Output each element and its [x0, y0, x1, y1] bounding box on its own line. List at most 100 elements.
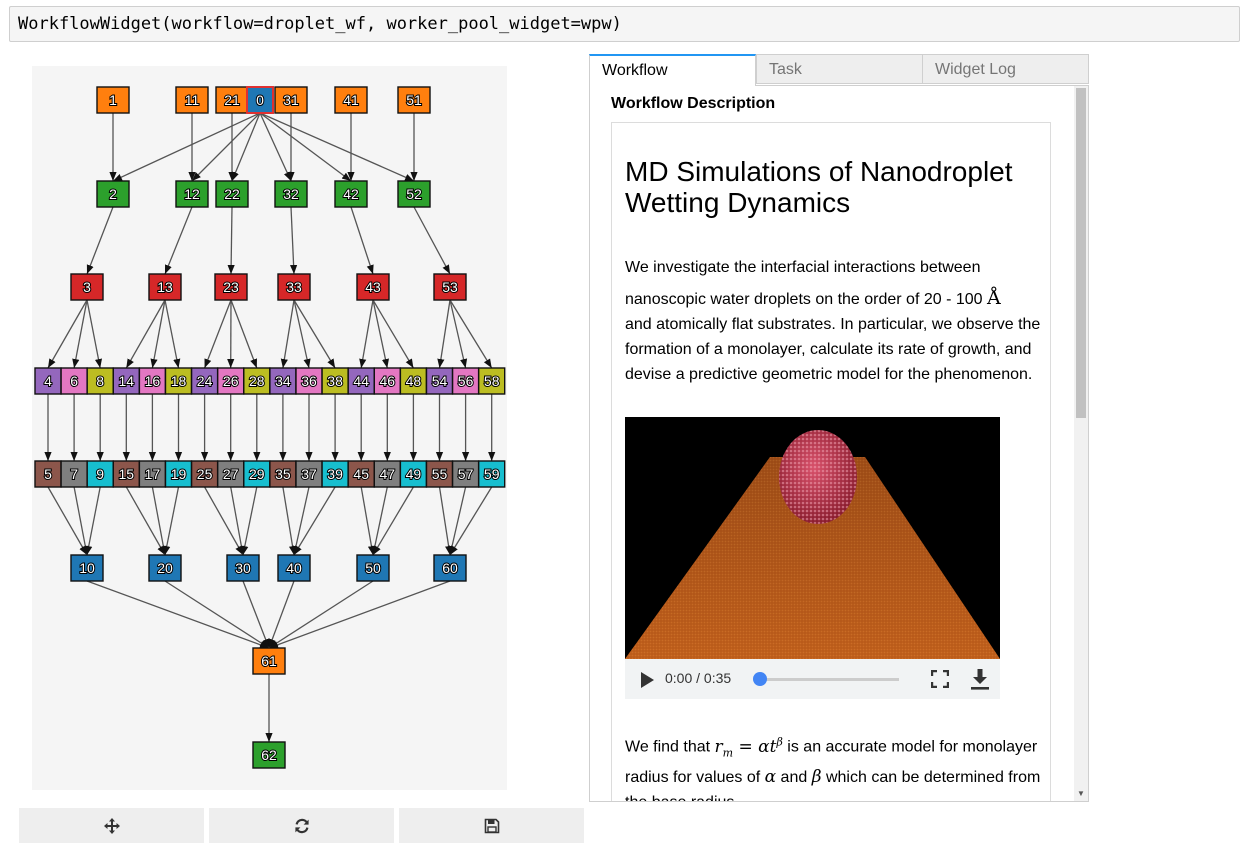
node-label-4: 4	[44, 373, 52, 389]
node-label-35: 35	[275, 466, 291, 482]
node-5[interactable]: 5	[34, 460, 62, 488]
node-30[interactable]: 30	[226, 554, 260, 582]
node-59[interactable]: 59	[478, 460, 506, 488]
node-58[interactable]: 58	[478, 367, 506, 395]
edge-53-54	[437, 299, 451, 369]
node-13[interactable]: 13	[148, 273, 182, 301]
node-53[interactable]: 53	[433, 273, 467, 301]
node-2[interactable]: 2	[96, 180, 130, 208]
node-9[interactable]: 9	[86, 460, 114, 488]
scrollbar[interactable]: ▼	[1074, 86, 1088, 801]
node-label-48: 48	[406, 373, 422, 389]
node-1[interactable]: 1	[96, 86, 130, 114]
node-0[interactable]: 0	[246, 86, 274, 114]
tab-task[interactable]: Task	[756, 54, 923, 84]
node-19[interactable]: 19	[164, 460, 193, 488]
node-51[interactable]: 51	[397, 86, 431, 114]
description-paragraph-2: We find that rm = αtβ is an accurate mod…	[625, 729, 1045, 801]
node-42[interactable]: 42	[334, 180, 368, 208]
node-39[interactable]: 39	[321, 460, 349, 488]
edge-33-34	[280, 299, 295, 369]
node-21[interactable]: 21	[215, 86, 249, 114]
node-3[interactable]: 3	[70, 273, 104, 301]
node-label-27: 27	[223, 466, 239, 482]
node-44[interactable]: 44	[347, 367, 375, 395]
node-35[interactable]: 35	[269, 460, 297, 488]
play-icon[interactable]	[639, 671, 655, 689]
video-seek-bar[interactable]	[759, 678, 899, 681]
move-button[interactable]	[19, 808, 204, 843]
edge-55-60	[438, 486, 453, 556]
fullscreen-icon[interactable]	[931, 670, 949, 688]
node-18[interactable]: 18	[164, 367, 193, 395]
node-label-61: 61	[261, 653, 277, 669]
edge-33-36	[293, 299, 311, 369]
node-8[interactable]: 8	[86, 367, 114, 395]
node-7[interactable]: 7	[60, 460, 88, 488]
node-23[interactable]: 23	[214, 273, 248, 301]
tab-workflow[interactable]: Workflow	[589, 54, 756, 86]
node-40[interactable]: 40	[277, 554, 311, 582]
node-47[interactable]: 47	[373, 460, 401, 488]
node-38[interactable]: 38	[321, 367, 349, 395]
node-20[interactable]: 20	[148, 554, 182, 582]
scroll-down-arrow[interactable]: ▼	[1077, 789, 1085, 798]
download-icon[interactable]	[970, 668, 990, 690]
node-62[interactable]: 62	[252, 741, 286, 769]
node-15[interactable]: 15	[112, 460, 141, 488]
save-button[interactable]	[399, 808, 584, 843]
eq-subscript: m	[722, 746, 734, 760]
node-29[interactable]: 29	[243, 460, 271, 488]
node-41[interactable]: 41	[334, 86, 368, 114]
node-57[interactable]: 57	[451, 460, 480, 488]
simulation-video[interactable]: 0:00 / 0:35	[625, 417, 1000, 699]
workflow-graph[interactable]: 1 11 21 0 31 41 51 2 12 22 32 42 52 3 13 23 33 43 53 4 6 8 14 1…	[32, 66, 507, 790]
node-56[interactable]: 56	[451, 367, 480, 395]
node-25[interactable]: 25	[190, 460, 219, 488]
node-50[interactable]: 50	[356, 554, 390, 582]
tab-widget-log[interactable]: Widget Log	[922, 54, 1089, 84]
edge-12-13	[164, 206, 193, 275]
node-label-33: 33	[286, 279, 302, 295]
node-label-15: 15	[119, 466, 135, 482]
node-32[interactable]: 32	[274, 180, 308, 208]
node-36[interactable]: 36	[295, 367, 323, 395]
node-12[interactable]: 12	[175, 180, 209, 208]
node-11[interactable]: 11	[175, 86, 209, 114]
scrollbar-thumb[interactable]	[1076, 88, 1086, 418]
node-label-51: 51	[406, 92, 422, 108]
node-34[interactable]: 34	[269, 367, 297, 395]
node-37[interactable]: 37	[295, 460, 323, 488]
node-label-8: 8	[96, 373, 104, 389]
node-52[interactable]: 52	[397, 180, 431, 208]
workflow-graph-canvas[interactable]: 1 11 21 0 31 41 512 12 22 32 42 523 13 23 33 43 534 6 8 14 1…	[32, 66, 507, 790]
node-16[interactable]: 16	[138, 367, 167, 395]
refresh-button[interactable]	[209, 808, 394, 843]
node-6[interactable]: 6	[60, 367, 88, 395]
node-49[interactable]: 49	[399, 460, 428, 488]
node-4[interactable]: 4	[34, 367, 62, 395]
node-33[interactable]: 33	[277, 273, 311, 301]
node-60[interactable]: 60	[433, 554, 467, 582]
code-cell[interactable]: WorkflowWidget(workflow=droplet_wf, work…	[9, 6, 1240, 42]
node-26[interactable]: 26	[216, 367, 245, 395]
node-54[interactable]: 54	[425, 367, 454, 395]
node-27[interactable]: 27	[216, 460, 245, 488]
tab-task-label: Task	[769, 61, 802, 78]
eq-middle: = αt	[733, 736, 777, 757]
video-seek-handle[interactable]	[753, 672, 767, 686]
node-55[interactable]: 55	[425, 460, 454, 488]
node-61[interactable]: 61	[252, 647, 286, 675]
node-43[interactable]: 43	[356, 273, 390, 301]
node-24[interactable]: 24	[190, 367, 219, 395]
node-45[interactable]: 45	[347, 460, 375, 488]
node-48[interactable]: 48	[399, 367, 428, 395]
node-31[interactable]: 31	[274, 86, 308, 114]
node-17[interactable]: 17	[138, 460, 167, 488]
node-46[interactable]: 46	[373, 367, 401, 395]
node-22[interactable]: 22	[215, 180, 249, 208]
node-10[interactable]: 10	[70, 554, 104, 582]
node-label-58: 58	[484, 373, 500, 389]
node-14[interactable]: 14	[112, 367, 141, 395]
node-28[interactable]: 28	[243, 367, 271, 395]
